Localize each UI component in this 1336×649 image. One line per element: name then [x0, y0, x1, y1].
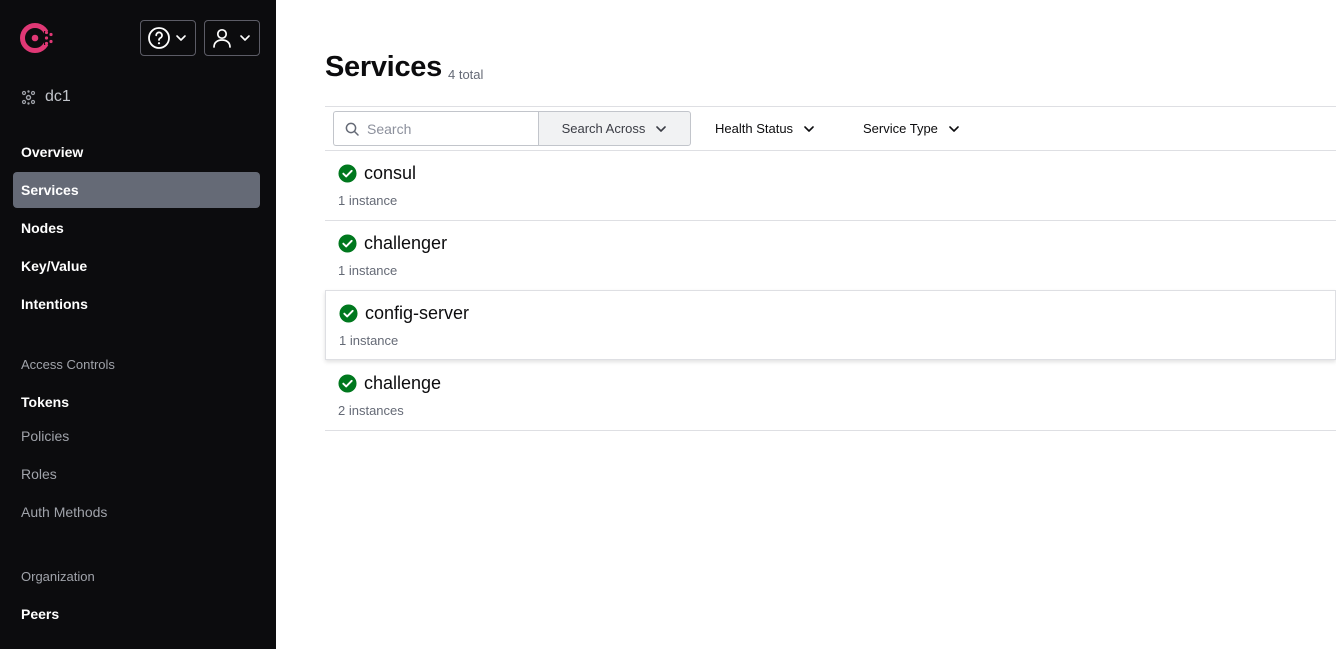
- service-name-label[interactable]: config-server: [365, 303, 469, 324]
- health-status-dropdown[interactable]: Health Status: [715, 111, 815, 146]
- nav-item-intentions[interactable]: Intentions: [13, 286, 260, 322]
- service-type-dropdown[interactable]: Service Type: [863, 111, 960, 146]
- access-controls-heading: Access Controls: [21, 357, 115, 372]
- health-status-label: Health Status: [715, 121, 794, 136]
- service-row[interactable]: challenger 1 instance: [325, 221, 1336, 291]
- search-across-dropdown[interactable]: Search Across: [538, 111, 691, 146]
- service-name: consul: [338, 163, 416, 184]
- check-circle-icon: [339, 304, 358, 323]
- service-name: challenger: [338, 233, 447, 254]
- main-content: Services 4 total Search Across Health St…: [276, 0, 1336, 649]
- page-title: Services: [325, 51, 442, 83]
- service-row[interactable]: challenge 2 instances: [325, 361, 1336, 431]
- help-menu-button[interactable]: [140, 20, 196, 56]
- chevron-down-icon: [804, 125, 814, 132]
- question-circle-icon: [148, 27, 170, 49]
- search-input[interactable]: [367, 120, 527, 137]
- service-name-label[interactable]: challenge: [364, 373, 441, 394]
- instance-count: 1 instance: [338, 263, 398, 278]
- consul-logo-icon[interactable]: [18, 21, 56, 55]
- nav-item-policies[interactable]: Policies: [13, 418, 260, 454]
- nav-item-auth-methods[interactable]: Auth Methods: [13, 494, 260, 530]
- search-across-label: Search Across: [561, 121, 646, 136]
- services-count: 4 total: [448, 67, 484, 82]
- nav-item-peers[interactable]: Peers: [13, 596, 260, 632]
- user-icon: [213, 28, 231, 48]
- nav-item-roles[interactable]: Roles: [13, 456, 260, 492]
- datacenter-selector[interactable]: dc1: [21, 88, 71, 106]
- nav-item-tokens[interactable]: Tokens: [13, 384, 260, 420]
- chevron-down-icon: [176, 35, 186, 41]
- nav-item-services[interactable]: Services: [13, 172, 260, 208]
- filter-bar: Search Across Health Status Service Type: [325, 106, 1336, 151]
- chevron-down-icon: [949, 125, 959, 132]
- nav-item-nodes[interactable]: Nodes: [13, 210, 260, 246]
- chevron-down-icon: [240, 35, 250, 41]
- nodes-cluster-icon: [21, 89, 36, 105]
- nav-item-overview[interactable]: Overview: [13, 134, 260, 170]
- chevron-down-icon: [656, 125, 667, 132]
- check-circle-icon: [338, 374, 357, 393]
- service-name: challenge: [338, 373, 441, 394]
- check-circle-icon: [338, 234, 357, 253]
- sidebar: dc1 Overview Services Nodes Key/Value In…: [0, 0, 276, 649]
- service-type-label: Service Type: [863, 121, 938, 136]
- service-row[interactable]: consul 1 instance: [325, 151, 1336, 221]
- organization-heading: Organization: [21, 569, 95, 584]
- datacenter-label: dc1: [45, 88, 71, 105]
- search-field[interactable]: [333, 111, 539, 146]
- instance-count: 1 instance: [339, 333, 399, 348]
- check-circle-icon: [338, 164, 357, 183]
- nav-item-key-value[interactable]: Key/Value: [13, 248, 260, 284]
- service-row[interactable]: config-server 1 instance: [325, 290, 1336, 360]
- instance-count: 2 instances: [338, 403, 404, 418]
- instance-count: 1 instance: [338, 193, 398, 208]
- user-menu-button[interactable]: [204, 20, 260, 56]
- service-name-label[interactable]: challenger: [364, 233, 447, 254]
- service-name-label[interactable]: consul: [364, 163, 416, 184]
- search-icon: [345, 122, 359, 136]
- service-name: config-server: [339, 303, 469, 324]
